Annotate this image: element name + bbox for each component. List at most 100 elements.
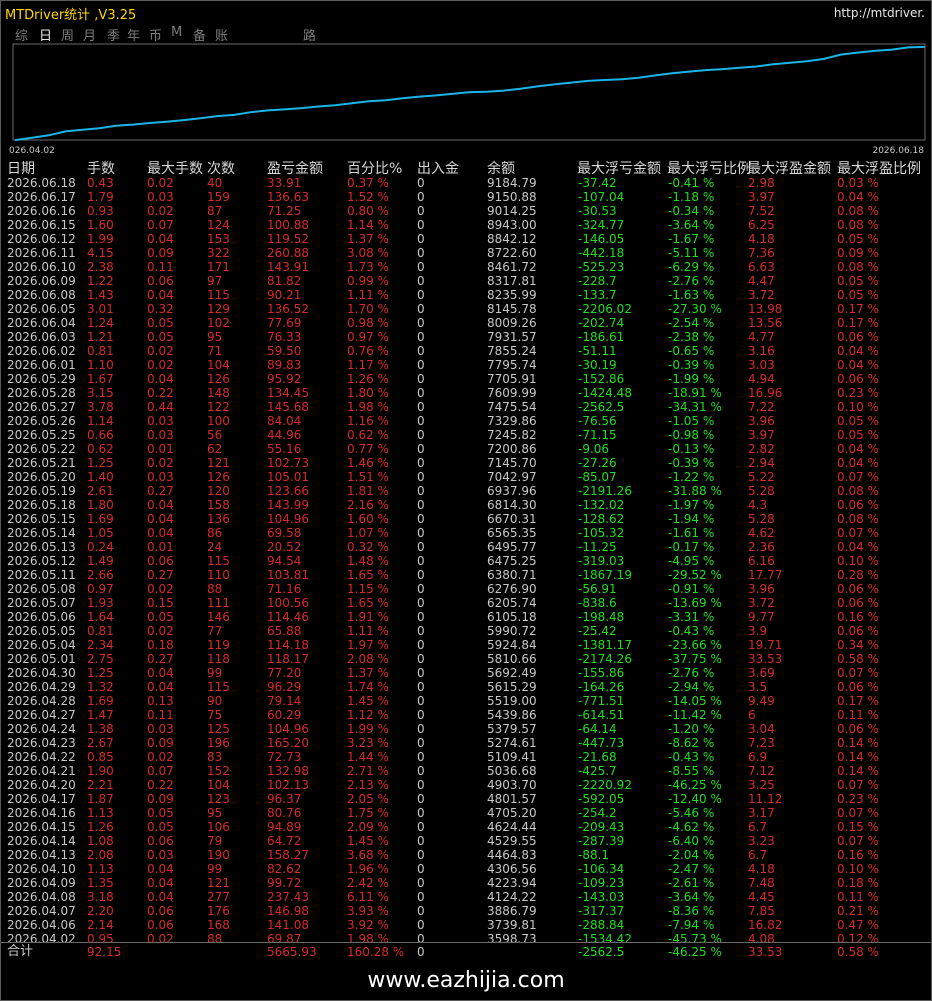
cell-col-8: -317.37 (578, 904, 625, 918)
tab-3[interactable]: 月 (83, 25, 96, 44)
cell-col-0: 2026.05.28 (7, 386, 76, 400)
cell-col-5: 1.14 % (347, 218, 389, 232)
cell-col-4: 59.50 (267, 344, 302, 358)
cell-col-4: 71.16 (267, 582, 302, 596)
cell-col-10: 7.23 (748, 736, 775, 750)
cell-col-10: 9.49 (748, 694, 775, 708)
cell-col-2: 0.05 (147, 806, 174, 820)
cell-col-6: 0 (417, 722, 425, 736)
cell-col-3: 168 (207, 918, 230, 932)
cell-col-0: 2026.05.29 (7, 372, 76, 386)
cell-col-1: 1.22 (87, 274, 114, 288)
cell-col-3: 176 (207, 904, 230, 918)
table-row: 2026.06.09 1.22 0.06 97 81.82 0.99 % 0 8317.81 -… (7, 274, 932, 288)
cell-col-6: 0 (417, 568, 425, 582)
cell-col-3: 121 (207, 876, 230, 890)
cell-col-6: 0 (417, 624, 425, 638)
cell-col-6: 0 (417, 610, 425, 624)
table-row: 2026.05.04 2.34 0.18 119 114.18 1.97 % 0 5924.8… (7, 638, 932, 652)
col-header-0: 日期 (7, 161, 35, 177)
cell-col-4: 105.01 (267, 470, 309, 484)
cell-col-3: 40 (207, 176, 223, 190)
cell-col-2: 0.32 (147, 302, 174, 316)
cell-col-4: 132.98 (267, 764, 309, 778)
cell-col-0: 2026.06.04 (7, 316, 76, 330)
cell-col-2: 0.01 (147, 540, 174, 554)
cell-col-5: 1.96 % (347, 862, 389, 876)
cell-col-8: -85.07 (578, 470, 617, 484)
cell-col-11: 0.06 % (837, 498, 879, 512)
cell-col-7: 4529.55 (487, 834, 537, 848)
table-row: 2026.06.12 1.99 0.04 153 119.52 1.37 % 0 8842.1… (7, 232, 932, 246)
cell-col-5: 1.73 % (347, 260, 389, 274)
tab-6[interactable]: 币 (149, 25, 162, 44)
cell-col-8: -9.06 (578, 442, 610, 456)
table-row: 2026.05.07 1.93 0.15 111 100.56 1.65 % 0 6205.7… (7, 596, 932, 610)
cell-col-0: 2026.05.13 (7, 540, 76, 554)
cell-col-11: 0.07 % (837, 470, 879, 484)
cell-col-11: 0.23 % (837, 792, 879, 806)
cell-col-10: 4.45 (748, 890, 775, 904)
cell-col-4: 102.13 (267, 778, 309, 792)
cell-col-1: 1.25 (87, 666, 114, 680)
table-row: 2026.04.23 2.67 0.09 196 165.20 3.23 % 0 5274.6… (7, 736, 932, 750)
cell-col-2: 0.03 (147, 722, 174, 736)
cell-col-5: 1.98 % (347, 400, 389, 414)
cell-col-5: 0.32 % (347, 540, 389, 554)
cell-col-0: 2026.04.10 (7, 862, 76, 876)
cell-col-7: 7795.74 (487, 358, 537, 372)
cell-col-6: 0 (417, 358, 425, 372)
cell-col-9: -0.34 % (668, 204, 715, 218)
table-row: 2026.05.21 1.25 0.02 121 102.73 1.46 % 0 7145.7… (7, 456, 932, 470)
cell-col-5: 2.13 % (347, 778, 389, 792)
cell-col-1: 1.26 (87, 820, 114, 834)
cell-col-0: 2026.04.23 (7, 736, 76, 750)
cell-col-0: 2026.06.12 (7, 232, 76, 246)
cell-col-2: 0.02 (147, 176, 174, 190)
cell-col-6: 0 (417, 820, 425, 834)
tab-8[interactable]: 备 (193, 25, 206, 44)
cell-col-5: 1.91 % (347, 610, 389, 624)
cell-col-8: -202.74 (578, 316, 625, 330)
cell-col-9: -1.63 % (668, 288, 715, 302)
cell-col-4: 95.92 (267, 372, 302, 386)
cell-col-4: 80.76 (267, 806, 302, 820)
website-link[interactable]: http://mtdriver. (834, 6, 925, 20)
cell-col-2: 0.04 (147, 498, 174, 512)
cell-col-0: 2026.05.12 (7, 554, 76, 568)
cell-col-4: 114.46 (267, 610, 309, 624)
cell-col-3: 171 (207, 260, 230, 274)
cell-col-7: 7609.99 (487, 386, 537, 400)
cell-col-1: 2.21 (87, 778, 114, 792)
cell-col-8: -319.03 (578, 554, 625, 568)
cell-col-7: 5615.29 (487, 680, 537, 694)
tab-7[interactable]: M (171, 25, 182, 40)
cell-col-8: -198.48 (578, 610, 625, 624)
cell-col-3: 56 (207, 428, 223, 442)
cell-col-6: 0 (417, 540, 425, 554)
table-row: 2026.05.05 0.81 0.02 77 65.88 1.11 % 0 5990.72 -… (7, 624, 932, 638)
cell-col-0: 2026.05.27 (7, 400, 76, 414)
cell-col-9: -12.40 % (668, 792, 722, 806)
cell-col-8: -21.68 (578, 750, 617, 764)
tab-1[interactable]: 日 (39, 25, 52, 44)
cell-col-0: 2026.06.01 (7, 358, 76, 372)
cell-col-6: 0 (417, 582, 425, 596)
tab-5[interactable]: 年 (127, 25, 140, 44)
tab-0[interactable]: 综 (15, 25, 28, 44)
cell-col-8: -164.26 (578, 680, 625, 694)
tab-4[interactable]: 季 (107, 25, 120, 44)
cell-col-9: -1.99 % (668, 372, 715, 386)
tab-2[interactable]: 周 (61, 25, 74, 44)
cell-col-7: 6565.35 (487, 526, 537, 540)
cell-col-10: 4.62 (748, 526, 775, 540)
cell-col-2: 0.02 (147, 750, 174, 764)
cell-col-6: 0 (417, 806, 425, 820)
table-row: 2026.04.29 1.32 0.04 115 96.29 1.74 % 0 5615.29… (7, 680, 932, 694)
cell-col-0: 2026.06.17 (7, 190, 76, 204)
cell-col-8: -525.23 (578, 260, 625, 274)
cell-col-2: 0.04 (147, 890, 174, 904)
cell-col-6: 0 (417, 904, 425, 918)
table-row: 2026.06.15 1.60 0.07 124 100.88 1.14 % 0 8943.0… (7, 218, 932, 232)
cell-col-3: 118 (207, 652, 230, 666)
